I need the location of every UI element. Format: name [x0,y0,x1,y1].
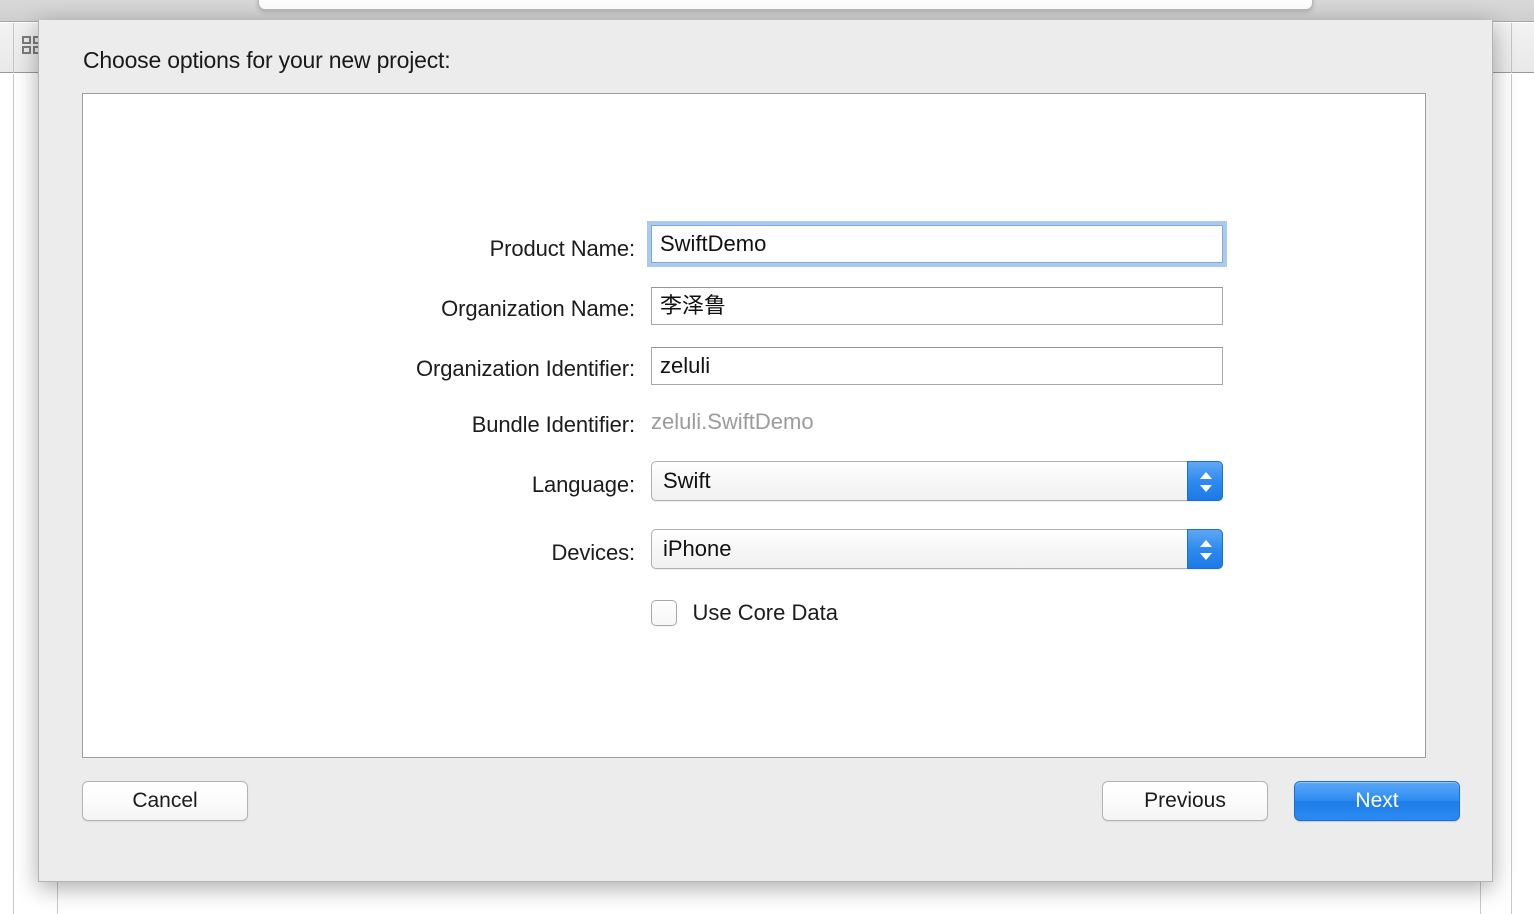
organization-identifier-input[interactable]: zeluli [651,347,1223,385]
editor-layout-icon-cell [22,36,31,44]
background-window-sheet-stub [258,0,1313,10]
toolbar-divider-right-2 [1511,23,1512,73]
next-button[interactable]: Next [1294,781,1460,821]
organization-identifier-field-wrap: zeluli [651,347,1223,385]
bundle-identifier-value: zeluli.SwiftDemo [651,409,814,434]
bundle-identifier-label: Bundle Identifier: [471,412,635,437]
organization-name-field-wrap: 李泽鲁 [651,287,1223,325]
product-name-input[interactable]: SwiftDemo [647,221,1227,267]
previous-button[interactable]: Previous [1102,781,1268,821]
sheet-title: Choose options for your new project: [83,47,451,73]
bundle-identifier-value-wrap: zeluli.SwiftDemo [651,403,814,441]
devices-label: Devices: [551,540,635,565]
editor-layout-icon-cell [22,46,31,54]
use-core-data-row[interactable]: Use Core Data [651,600,838,626]
devices-select[interactable]: iPhone [651,529,1223,569]
devices-selected-value: iPhone [663,536,732,561]
language-label: Language: [531,472,635,497]
screen: Choose options for your new project: Pro… [0,0,1534,914]
language-select[interactable]: Swift [651,461,1223,501]
navigator-divider[interactable] [13,74,14,914]
use-core-data-checkbox[interactable] [651,600,677,626]
organization-identifier-label: Organization Identifier: [416,356,635,381]
cancel-button[interactable]: Cancel [82,781,248,821]
organization-name-label: Organization Name: [441,296,635,321]
language-stepper-chevron-icon[interactable] [1187,461,1223,501]
organization-name-input[interactable]: 李泽鲁 [651,287,1223,325]
devices-popup-wrap: iPhone [651,529,1223,569]
toolbar-divider-left [13,23,14,73]
utilities-divider-2[interactable] [1511,74,1512,914]
project-options-form: Product Name: SwiftDemo Organization Nam… [83,94,1425,757]
use-core-data-label: Use Core Data [692,600,838,625]
language-selected-value: Swift [663,468,711,493]
options-panel: Product Name: SwiftDemo Organization Nam… [82,93,1426,758]
new-project-options-sheet: Choose options for your new project: Pro… [38,20,1493,882]
devices-stepper-chevron-icon[interactable] [1187,529,1223,569]
language-popup-wrap: Swift [651,461,1223,501]
product-name-label: Product Name: [489,236,636,261]
product-name-field-wrap: SwiftDemo [647,221,1227,267]
